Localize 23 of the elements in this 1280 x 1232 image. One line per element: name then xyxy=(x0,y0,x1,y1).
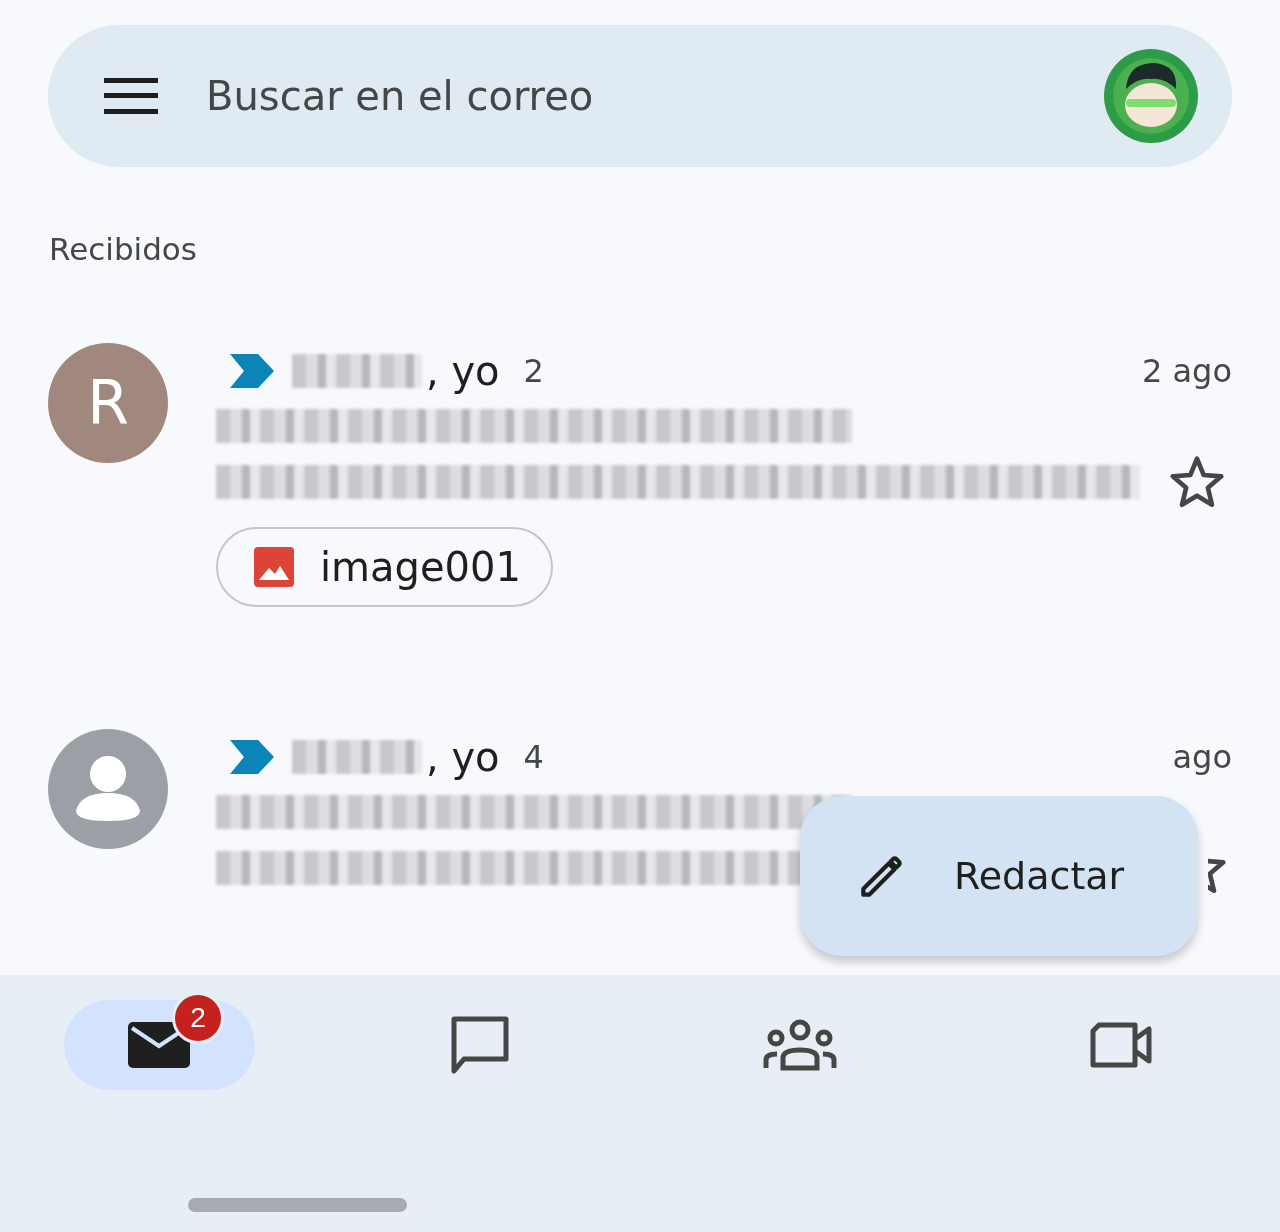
section-title: Recibidos xyxy=(49,231,198,269)
video-camera-icon xyxy=(1088,1021,1153,1069)
unread-badge: 2 xyxy=(172,992,224,1044)
thread-count: 2 xyxy=(523,352,544,390)
search-bar[interactable]: Buscar en el correo xyxy=(48,25,1232,167)
people-group-icon xyxy=(763,1018,838,1072)
email-time: 2 ago xyxy=(1141,352,1232,390)
mail-icon xyxy=(128,1022,191,1068)
image-icon xyxy=(254,547,294,587)
sender-name: , yo xyxy=(426,348,500,394)
important-marker-icon[interactable] xyxy=(230,740,274,774)
account-avatar-icon[interactable] xyxy=(1104,49,1198,143)
sender-avatar: R xyxy=(48,343,168,463)
important-marker-icon[interactable] xyxy=(230,354,274,388)
person-avatar-icon xyxy=(48,729,168,849)
thread-count: 4 xyxy=(523,738,544,776)
email-time: ago xyxy=(1172,738,1232,776)
menu-icon[interactable] xyxy=(104,78,158,114)
attachment-chip[interactable]: image001 xyxy=(216,527,553,607)
compose-button[interactable]: Redactar xyxy=(800,796,1198,956)
sender-name: , yo xyxy=(426,734,500,780)
search-field[interactable]: Buscar en el correo xyxy=(204,72,1058,120)
attachment-name: image001 xyxy=(320,544,521,590)
